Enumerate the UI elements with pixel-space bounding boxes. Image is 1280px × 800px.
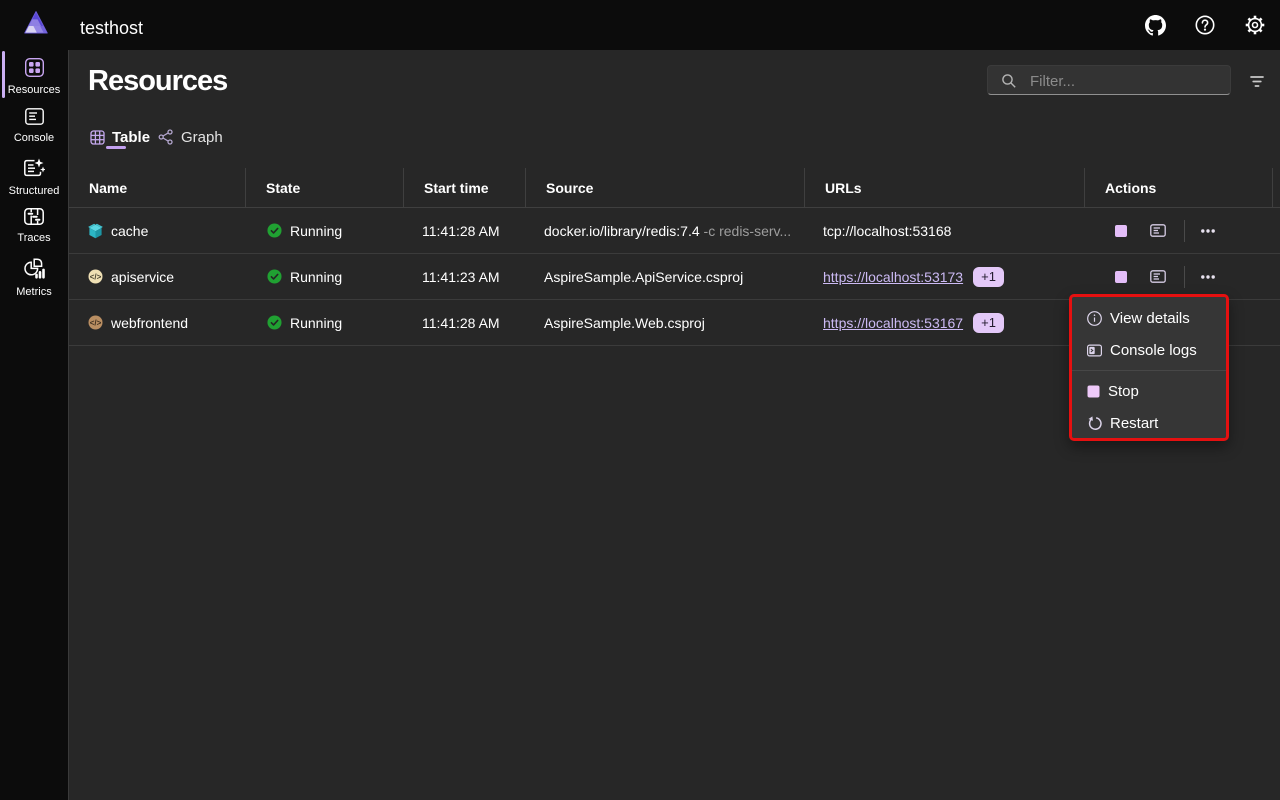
svg-text:</>: </> — [90, 318, 102, 327]
svg-text:</>: </> — [90, 272, 102, 281]
